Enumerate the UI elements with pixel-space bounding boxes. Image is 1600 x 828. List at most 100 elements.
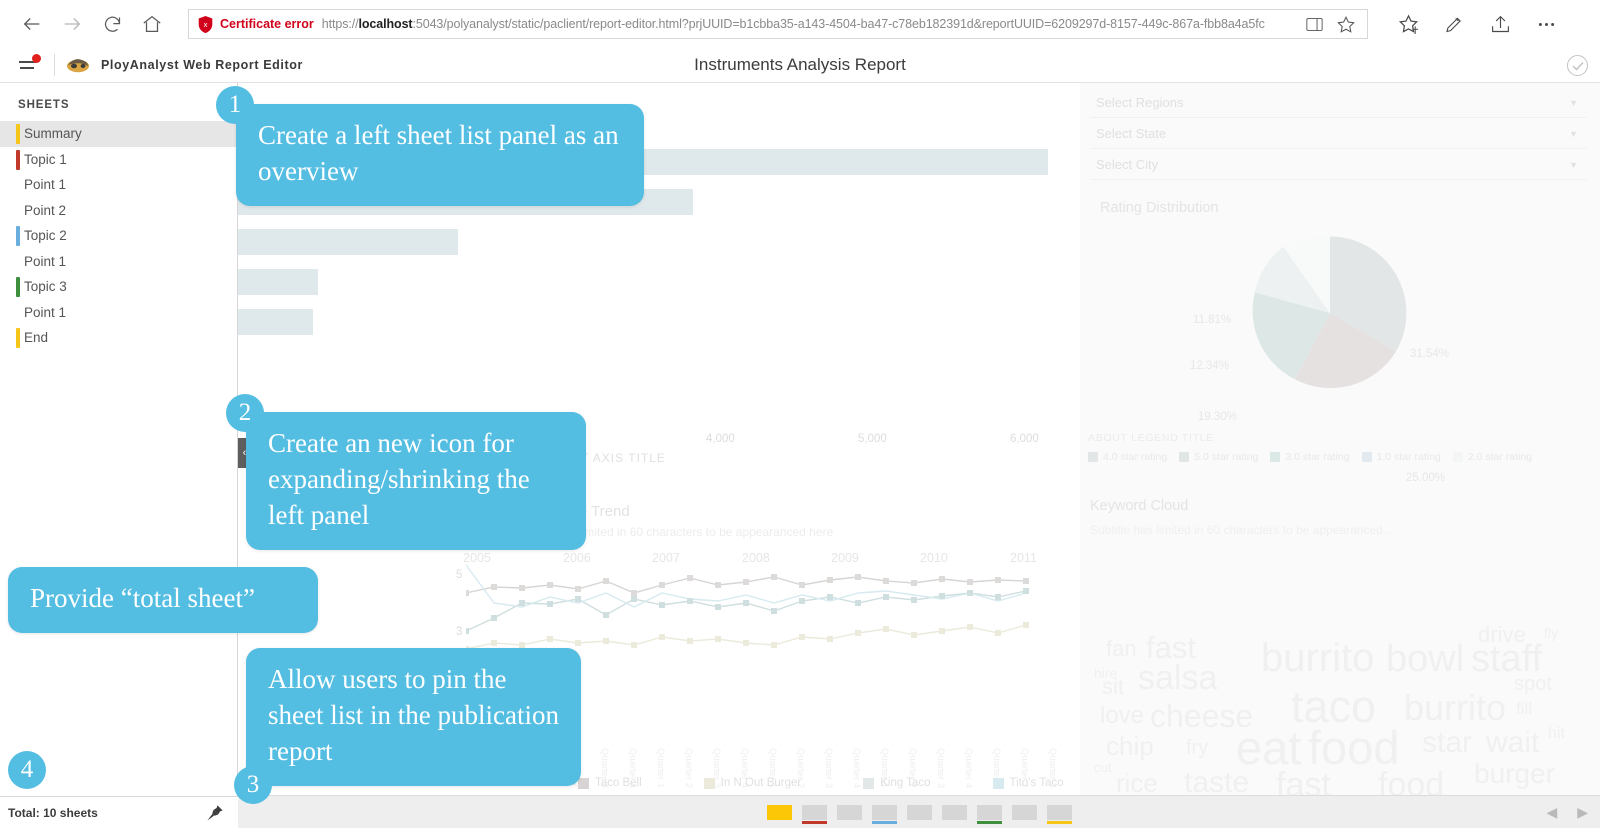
url-text: https://localhost:5043/polyanalyst/stati… [321,17,1265,31]
sheet-label: Point 1 [24,253,67,269]
sheet-label: Topic 1 [24,151,67,167]
sidebar-item-topic-1[interactable]: Topic 1 [0,147,237,173]
sheets-heading: SHEETS [18,99,70,111]
address-bar[interactable]: x Certificate error https://localhost:50… [188,9,1368,39]
sheet-thumbnail[interactable] [766,804,792,820]
legend-title: ABOUT LEGEND TITLE [1088,432,1214,444]
sidebar-item-point-1a[interactable]: Point 1 [0,172,237,198]
legend-item: Taco Bell [578,777,642,789]
chevron-down-icon: ▼ [1569,97,1578,108]
next-sheet-icon[interactable]: ▶ [1577,804,1588,821]
pen-icon[interactable] [1436,6,1472,42]
sheet-thumbnail[interactable] [801,804,827,824]
more-ellipsis-icon[interactable] [1528,6,1564,42]
sidebar-item-point-1c[interactable]: Point 1 [0,300,237,326]
sidebar-item-point-1b[interactable]: Point 1 [0,249,237,275]
legend-item: Tito's Taco [992,777,1063,789]
sheet-color-bar [16,226,20,246]
cloud-word: sit [1102,674,1124,699]
share-icon[interactable] [1482,6,1518,42]
reload-icon[interactable] [92,4,132,44]
sheet-label: End [24,330,49,346]
sheet-thumbnail[interactable] [1011,804,1037,820]
sidebar-item-topic-3[interactable]: Topic 3 [0,274,237,300]
prev-sheet-icon[interactable]: ◀ [1546,804,1557,821]
callout-bubble-3: Allow users to pin the sheet list in the… [246,648,581,786]
chevron-down-icon: ▼ [1569,128,1578,139]
product-name: PloyAnalyst Web Report Editor [101,58,303,72]
sheets-total-label: Total: 10 sheets [8,805,98,820]
callout-bubble-4: Provide “total sheet” [8,567,318,633]
sheet-thumbnail[interactable] [941,804,967,820]
callout-badge-2: 2 [226,394,264,432]
report-right-column: Select Regions ▼ Select State ▼ Select C… [1080,83,1600,828]
cloud-word: burrito [1261,636,1375,680]
certificate-error-icon: x [198,15,213,33]
header-divider [54,54,55,76]
select-state-dropdown[interactable]: Select State ▼ [1090,119,1586,149]
back-arrow-icon[interactable] [12,4,52,44]
svg-text:x: x [204,20,208,29]
pie-value-label: 25.00% [1406,472,1446,484]
sheet-thumbnail[interactable] [976,804,1002,824]
star-icon[interactable] [1331,10,1361,38]
sheet-label: Point 2 [24,202,67,218]
cloud-word: cut [1094,760,1112,775]
favorites-hub-icon[interactable] [1390,6,1426,42]
sidebar-item-end[interactable]: End [0,325,237,351]
sheet-label: Point 1 [24,177,67,193]
sheet-color-bar [16,149,20,170]
callout-badge-3: 3 [234,766,272,804]
pin-icon[interactable] [206,804,224,822]
cloud-word: wait [1486,726,1540,759]
sheet-thumbnail[interactable] [836,804,862,820]
pie-widget-title: Rating Distribution [1100,200,1219,216]
cloud-word: fly [1544,625,1558,641]
sidebar-item-summary[interactable]: Summary [0,121,237,147]
rating-distribution-pie [1245,228,1415,403]
sheet-color-bar [16,328,20,348]
sheets-footer: Total: 10 sheets [0,796,238,828]
legend-item: King Taco [863,777,931,789]
forward-arrow-icon[interactable] [52,4,92,44]
sidebar-item-point-2[interactable]: Point 2 [0,198,237,224]
polyanalyst-logo-icon [65,54,91,76]
cloud-word: burger [1474,758,1555,789]
pie-value-label: 19.30% [1198,411,1238,423]
legend-item: 3.0 star rating [1270,451,1350,463]
x-tick: 5,000 [858,433,887,445]
pie-value-label: 12.34% [1190,360,1230,372]
x-tick: 6,000 [1010,433,1039,445]
cloud-word: salsa [1138,659,1218,697]
check-circle-icon[interactable] [1567,55,1588,76]
callout-bubble-2: Create an new icon for expanding/shrinki… [246,412,586,550]
sheet-label: Topic 2 [24,228,67,244]
cloud-widget-title: Keyword Cloud [1090,498,1189,514]
line-chart-legend: Taco Bell In N Out Burger King Taco Tito… [578,777,1063,789]
y-tick: 5 [456,569,463,581]
cloud-widget-subtitle: Subtitle has limited in 60 characters to… [1090,523,1393,537]
select-regions-dropdown[interactable]: Select Regions ▼ [1090,88,1586,118]
cloud-word: star [1422,726,1473,759]
select-city-dropdown[interactable]: Select City ▼ [1090,150,1586,180]
y-tick: 3 [456,626,463,638]
cloud-word: food [1308,721,1400,774]
legend-item: In N Out Burger [703,777,801,789]
sheet-thumbnail[interactable] [906,804,932,820]
cloud-word: hit [1548,725,1565,742]
sheet-thumbnail[interactable] [1046,804,1072,824]
home-icon[interactable] [132,4,172,44]
sheet-label: Topic 3 [24,279,67,295]
sidebar-item-topic-2[interactable]: Topic 2 [0,223,237,249]
reading-view-icon[interactable] [1299,10,1329,38]
pie-value-label: 11.81% [1193,314,1232,326]
bar [238,229,458,255]
sheet-color-bar [16,124,20,144]
browser-action-group [1390,6,1564,42]
pie-legend: 4.0 star rating 5.0 star rating 3.0 star… [1088,451,1532,463]
sheet-label: Point 1 [24,304,67,320]
hamburger-menu-icon[interactable] [10,48,44,83]
sheet-thumbnail[interactable] [871,804,897,824]
legend-item: 2.0 star rating [1452,451,1532,463]
sheet-color-bar [16,277,20,297]
